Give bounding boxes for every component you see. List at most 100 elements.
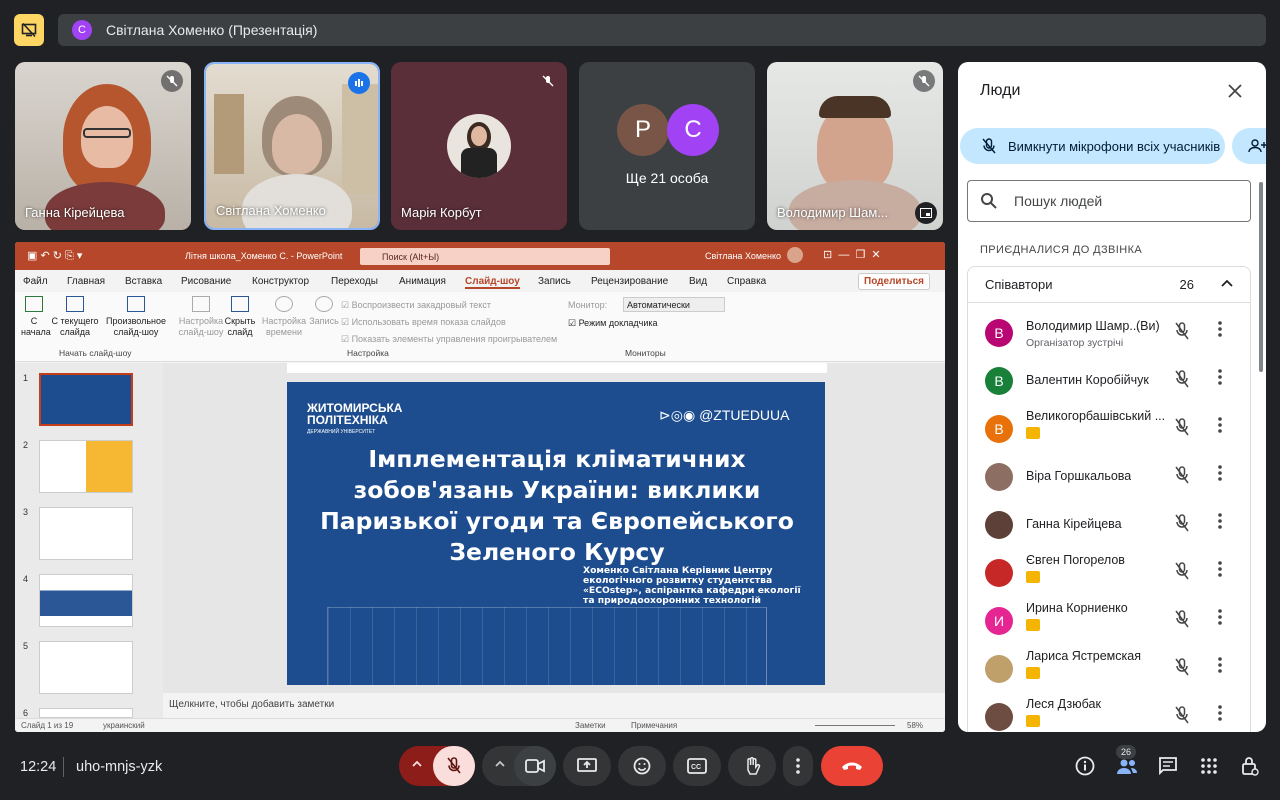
more-vert-icon[interactable] [1218,561,1222,582]
chat-icon[interactable] [1158,757,1178,780]
stop-presenting-icon[interactable] [14,14,44,46]
participant-row[interactable]: Віра Горшкальова [968,453,1252,501]
zoom-slider[interactable] [815,725,895,726]
phone-hangup-icon [842,762,862,770]
close-icon[interactable] [1222,78,1248,104]
mic-off-icon[interactable] [1174,418,1190,441]
quick-access-icons[interactable]: ▣ ↶ ↻ ⎘ ▾ [27,249,82,263]
menu-item[interactable]: Переходы [331,276,378,287]
presenter-view-checkbox[interactable]: ☑ Режим докладчика [568,318,658,329]
more-vert-icon[interactable] [1218,705,1222,726]
participant-row[interactable]: Лариса Ястремская [968,645,1252,693]
participant-name: Лариса Ястремская [1026,649,1141,663]
menu-item[interactable]: Рисование [181,276,231,287]
participant-tile[interactable]: Марія Корбут [391,62,567,230]
menu-item-active[interactable]: Слайд-шоу [465,276,520,289]
checkbox-timings[interactable]: ☑ Использовать время показа слайдов [341,314,557,331]
more-vert-icon[interactable] [1218,465,1222,486]
more-vert-icon[interactable] [1218,657,1222,678]
menu-item[interactable]: Главная [67,276,105,287]
participant-row[interactable]: В Володимир Шамр... (Ви) Організатор зустрі… [968,309,1252,357]
monitor-select[interactable]: Автоматически [623,297,725,312]
mic-off-icon[interactable] [1174,514,1190,537]
more-vert-icon[interactable] [1218,609,1222,630]
more-participants-tile[interactable]: Р С Ще 21 особа [579,62,755,230]
participant-role: Організатор зустрічі [1026,337,1124,349]
host-controls-icon[interactable] [1241,756,1259,781]
reactions-button[interactable] [618,746,666,786]
menu-item[interactable]: Рецензирование [591,276,668,287]
slide-thumbnail[interactable] [39,574,133,627]
checkbox-controls[interactable]: ☑ Показать элементы управления проигрыва… [341,331,557,348]
menu-item[interactable]: Запись [538,276,571,287]
mic-off-icon[interactable] [1174,466,1190,489]
mic-off-icon[interactable] [1174,706,1190,729]
participant-tile[interactable]: Ганна Кірейцева [15,62,191,230]
participant-row[interactable]: Ганна Кірейцева [968,501,1252,549]
more-vert-icon[interactable] [1218,321,1222,342]
hand-icon [747,757,761,775]
mic-off-icon[interactable] [1174,562,1190,585]
menu-item[interactable]: Вставка [125,276,162,287]
mic-off-icon[interactable] [1174,610,1190,633]
end-call-button[interactable] [821,746,883,786]
slide-thumbnail[interactable] [39,373,133,426]
menu-item[interactable]: Анимация [399,276,446,287]
participant-tile-active[interactable]: Світлана Хоменко [204,62,380,230]
more-vert-icon[interactable] [1218,417,1222,438]
more-vert-icon[interactable] [1218,369,1222,390]
participant-tile[interactable]: Володимир Шам... [767,62,943,230]
notes-pane[interactable]: Щелкните, чтобы добавить заметки [163,693,945,718]
custom-show-button[interactable]: Произвольное слайд-шоу [105,296,167,338]
slide-thumbnail[interactable] [39,641,133,694]
slide-thumbnail[interactable] [39,708,133,718]
notes-toggle[interactable]: Заметки [575,721,606,730]
add-people-button[interactable] [1232,128,1266,164]
meeting-info-icon[interactable] [1075,756,1095,781]
present-button[interactable] [563,746,611,786]
slide-thumbnail[interactable] [39,440,133,493]
people-icon[interactable] [1116,758,1138,781]
from-start-button[interactable]: С начала [21,296,51,338]
participant-row[interactable]: В Великогорбашівський ... [968,405,1252,453]
participant-row[interactable]: Євген Погорелов [968,549,1252,597]
setup-show-button[interactable]: Настройка слайд-шоу [177,296,225,338]
from-current-button[interactable]: С текущего слайда [49,296,101,338]
window-controls-icon[interactable]: ⊡ — ❐ ✕ [823,248,881,261]
more-options-button[interactable] [783,746,813,786]
mic-off-icon[interactable] [1174,322,1190,345]
menu-item[interactable]: Справка [727,276,766,287]
menu-item[interactable]: Вид [689,276,707,287]
camera-button[interactable] [514,746,556,786]
chevron-up-icon[interactable] [411,757,423,775]
panel-scrollbar[interactable] [1259,182,1263,372]
pip-icon[interactable] [915,202,937,224]
participant-row[interactable]: В Валентин Коробійчук [968,357,1252,405]
add-person-icon [1248,139,1266,153]
participant-name: Світлана Хоменко [216,203,326,218]
rehearse-timings-button[interactable]: Настройка времени [261,296,307,338]
menu-item[interactable]: Конструктор [252,276,309,287]
participant-row[interactable]: Леся Дзюбак [968,693,1252,732]
raise-hand-button[interactable] [728,746,776,786]
participant-row[interactable]: И Ирина Корниенко [968,597,1252,645]
checkbox-narration[interactable]: ☑ Воспроизвести закадровый текст [341,297,557,314]
share-button[interactable]: Поделиться [858,273,931,290]
current-slide[interactable]: ЖИТОМИРСЬКА ПОЛІТЕХНІКА ДЕРЖАВНИЙ УНІВЕР… [287,382,825,685]
activities-icon[interactable] [1201,758,1217,779]
chevron-up-icon[interactable] [494,757,506,775]
mic-off-button[interactable] [433,746,475,786]
hide-slide-button[interactable]: Скрыть слайд [223,296,257,338]
slide-thumbnail[interactable] [39,507,133,560]
mic-off-icon[interactable] [1174,370,1190,393]
more-vert-icon[interactable] [1218,513,1222,534]
captions-button[interactable]: CC [673,746,721,786]
mute-all-button[interactable]: Вимкнути мікрофони всіх учасників [960,128,1225,164]
mic-off-icon[interactable] [1174,658,1190,681]
ppt-search[interactable]: Поиск (Alt+Ы) [360,248,610,265]
comments-toggle[interactable]: Примечания [631,721,677,730]
cohosts-header[interactable]: Співавтори 26 [968,267,1250,303]
search-people-input[interactable]: Пошук людей [967,180,1251,222]
menu-item[interactable]: Файл [23,276,48,287]
record-button[interactable]: Запись [307,296,341,327]
